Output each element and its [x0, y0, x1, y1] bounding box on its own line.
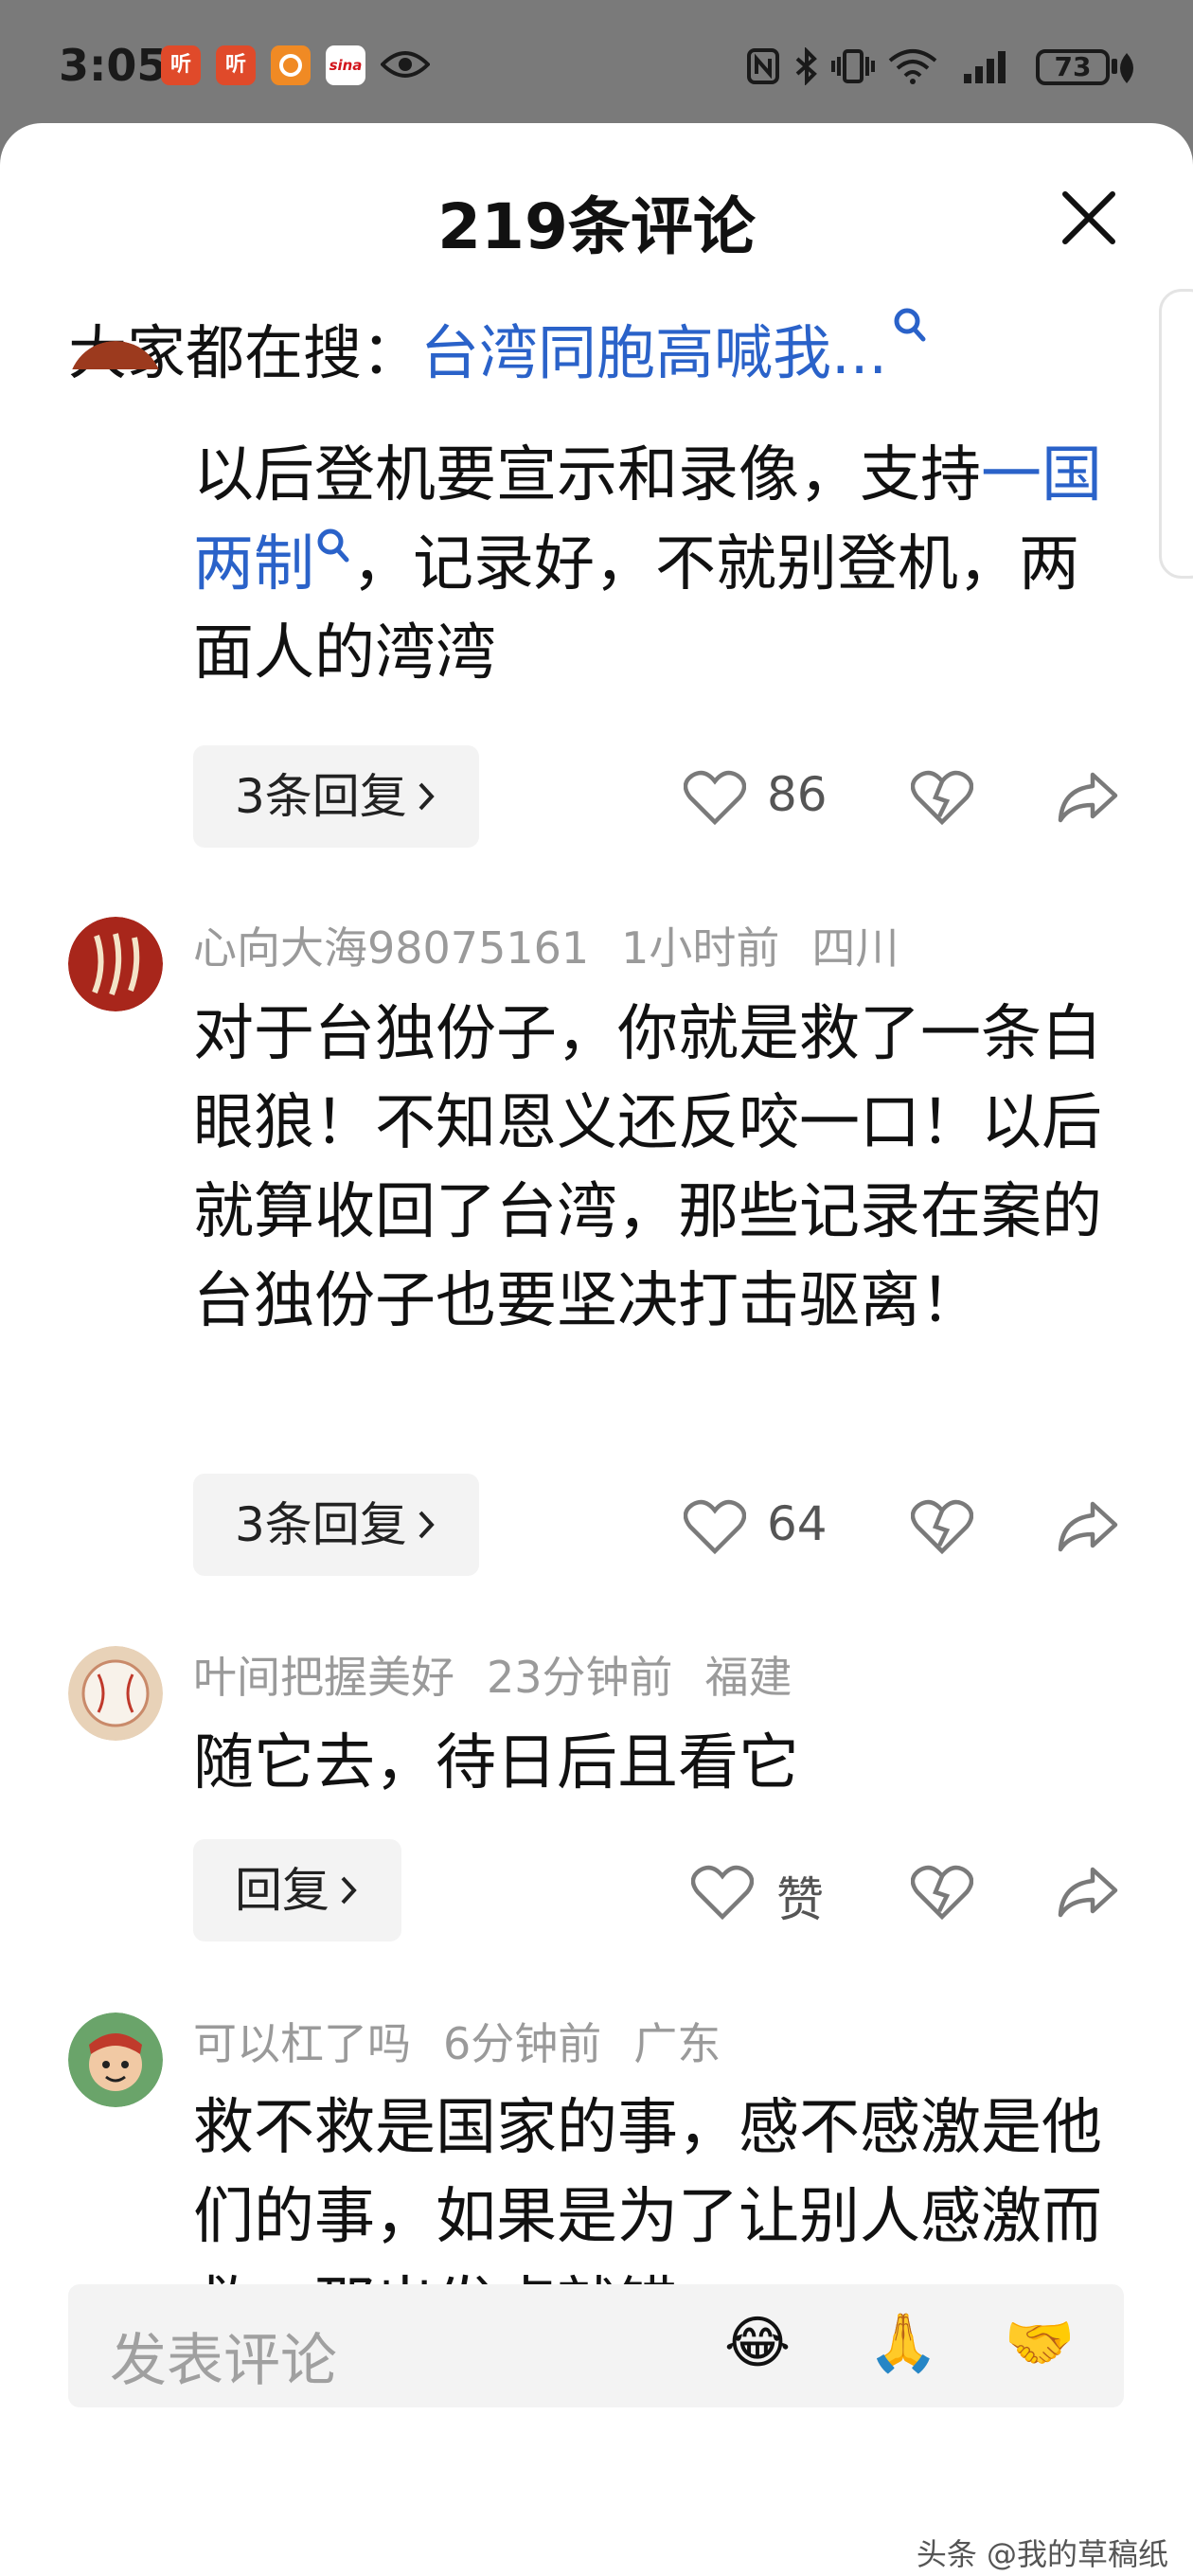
- view-replies-label: 3条回复: [235, 769, 407, 824]
- comment-username[interactable]: 心向大海98075161: [193, 922, 589, 974]
- dislike-broken-heart-icon[interactable]: [911, 1864, 973, 1921]
- like-heart-icon[interactable]: [684, 1498, 746, 1555]
- comments-sheet: 219条评论 大家都在搜：台湾同胞高喊我... 以后登机要宣示和录像，支持一国两…: [0, 123, 1193, 2576]
- chevron-right-icon: [417, 745, 437, 848]
- battery-indicator: 73: [1036, 49, 1110, 85]
- comment-text: 随它去，待日后且看它: [193, 1728, 799, 1798]
- search-icon: [894, 308, 926, 342]
- handshake-emoji-icon[interactable]: 🤝: [1002, 2305, 1077, 2381]
- avatar[interactable]: [68, 2012, 163, 2107]
- share-icon[interactable]: [1057, 1864, 1119, 1921]
- tingshu-app-icon: 听: [161, 45, 201, 85]
- trending-search-term[interactable]: 台湾同胞高喊我...: [420, 318, 887, 387]
- comment-username[interactable]: 叶间把握美好: [193, 1652, 454, 1703]
- comment-input-bar[interactable]: 发表评论 😂 🙏 🤝: [68, 2284, 1124, 2407]
- comment-time: 1小时前: [621, 922, 780, 974]
- comment-username[interactable]: 可以杠了吗: [193, 2018, 411, 2069]
- reply-label: 回复: [235, 1863, 329, 1918]
- like-heart-icon[interactable]: [691, 1864, 754, 1921]
- comment-input-placeholder[interactable]: 发表评论: [110, 2315, 337, 2397]
- comment-location: 四川: [811, 922, 899, 974]
- comment-time: 6分钟前: [443, 2018, 602, 2069]
- comments-title: 219条评论: [437, 190, 756, 263]
- status-time: 3:05: [59, 40, 168, 91]
- search-icon: [317, 528, 349, 563]
- comment-location: 广东: [633, 2018, 721, 2069]
- chevron-right-icon: [339, 1839, 360, 1941]
- reply-button[interactable]: 回复: [193, 1839, 401, 1941]
- comment-meta: 可以杠了吗 6分钟前 广东: [193, 2010, 753, 2072]
- close-icon[interactable]: [1056, 185, 1122, 251]
- laughing-emoji-icon[interactable]: 😂: [720, 2305, 795, 2381]
- vibrate-icon: [831, 49, 875, 83]
- view-replies-button[interactable]: 3条回复: [193, 1474, 479, 1576]
- like-count: 64: [767, 1496, 828, 1551]
- comment-location: 福建: [704, 1652, 792, 1703]
- trending-search[interactable]: 大家都在搜：台湾同胞高喊我...: [68, 305, 929, 390]
- tingshu-app-icon: 听: [216, 45, 256, 85]
- share-icon[interactable]: [1057, 1498, 1119, 1555]
- view-replies-button[interactable]: 3条回复: [193, 745, 479, 848]
- leaf-icon: [1120, 53, 1133, 83]
- news-app-icon: [271, 45, 311, 85]
- status-bar: 3:05 听 听 sina 73: [0, 0, 1193, 123]
- praying-hands-emoji-icon[interactable]: 🙏: [865, 2305, 941, 2381]
- dislike-broken-heart-icon[interactable]: [911, 1498, 973, 1555]
- chevron-right-icon: [417, 1474, 437, 1576]
- view-replies-label: 3条回复: [235, 1497, 407, 1552]
- watermark: 头条 @我的草稿纸: [916, 2536, 1168, 2572]
- share-icon[interactable]: [1057, 769, 1119, 826]
- comment-text: 以后登机要宣示和录像，支持一国两制 ，记录好，不就别登机，两面人的湾湾: [193, 431, 1131, 698]
- avatar[interactable]: [68, 1646, 163, 1741]
- scroll-handle[interactable]: [1159, 289, 1193, 579]
- sina-app-icon: sina: [326, 45, 365, 85]
- like-count: 86: [767, 767, 828, 822]
- signal-icon: [964, 51, 1006, 83]
- bluetooth-icon: [795, 47, 817, 85]
- comment-time: 23分钟前: [487, 1652, 673, 1703]
- avatar[interactable]: [68, 917, 163, 1011]
- wifi-icon: [888, 49, 937, 84]
- like-count: 赞: [776, 1872, 824, 1927]
- comment-text-part: 以后登机要宣示和录像，支持: [193, 440, 981, 510]
- nfc-icon: [747, 48, 779, 84]
- eye-icon: [381, 51, 430, 78]
- dislike-broken-heart-icon[interactable]: [911, 769, 973, 826]
- comment-text: 对于台独份子，你就是救了一条白眼狼！不知恩义还反咬一口！以后就算收回了台湾，那些…: [193, 999, 1102, 1336]
- comment-meta: 心向大海98075161 1小时前 四川: [193, 914, 931, 976]
- comment-meta: 叶间把握美好 23分钟前 福建: [193, 1643, 825, 1706]
- like-heart-icon[interactable]: [684, 769, 746, 826]
